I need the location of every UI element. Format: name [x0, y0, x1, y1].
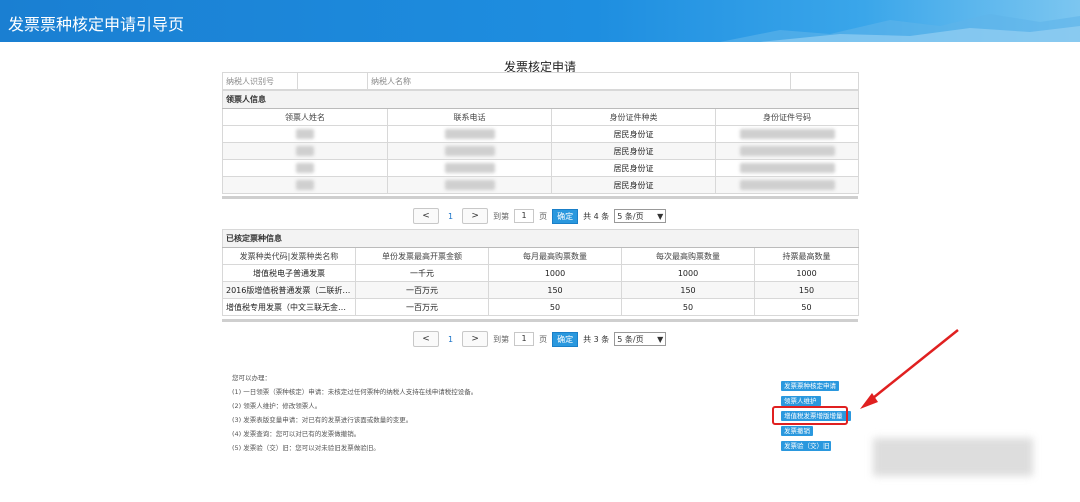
blurred-watermark [873, 438, 1033, 476]
red-arrow-icon [860, 329, 959, 409]
